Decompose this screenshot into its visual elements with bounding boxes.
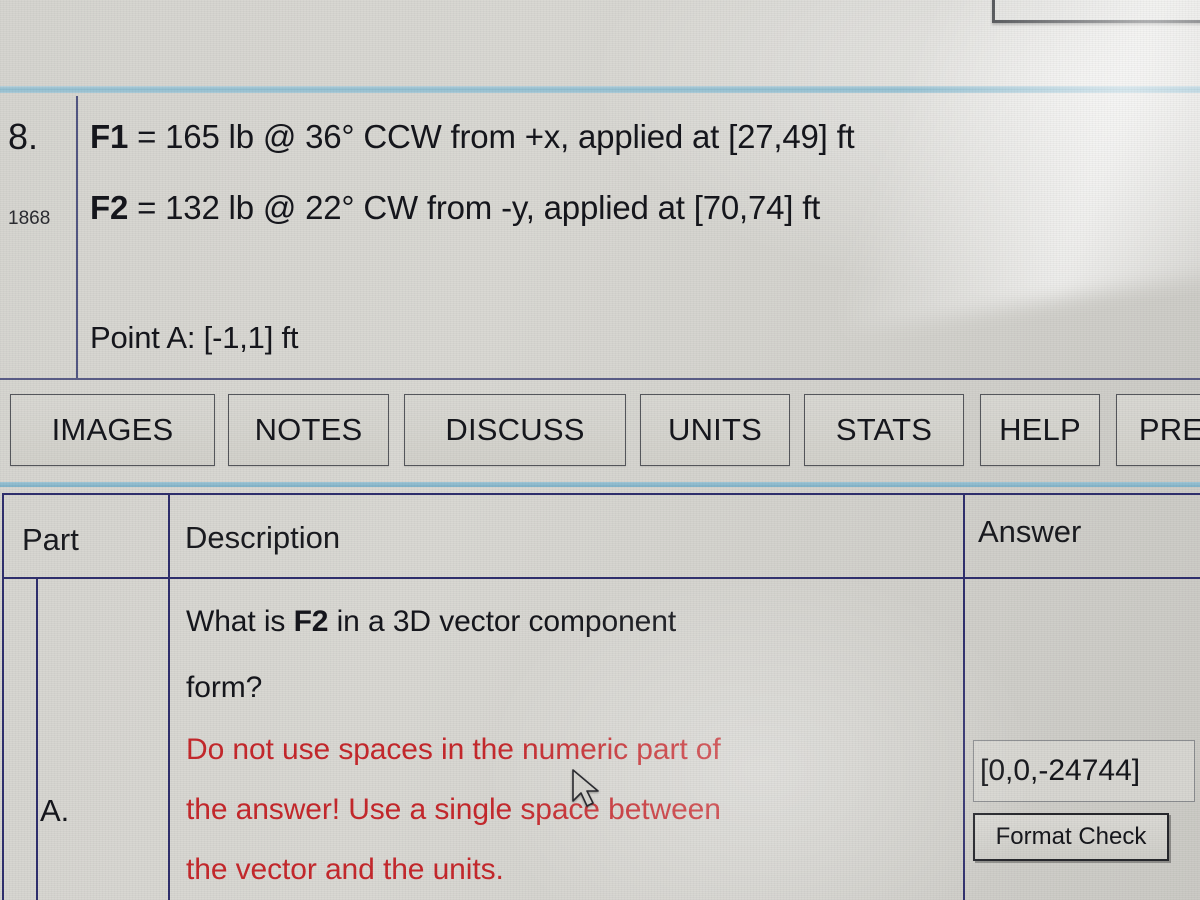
tab-stats[interactable]: STATS: [804, 394, 964, 466]
tab-help-label: HELP: [999, 412, 1081, 447]
tab-images[interactable]: IMAGES: [10, 394, 215, 466]
description-line-2: form?: [186, 671, 263, 704]
f1-label: F1: [90, 118, 129, 155]
tab-notes[interactable]: NOTES: [228, 394, 389, 466]
problem-id: 1868: [8, 208, 51, 229]
f2-detail: = 132 lb @ 22° CW from -y, applied at [7…: [128, 189, 821, 226]
tab-discuss-label: DISCUSS: [445, 412, 585, 447]
desc1-post: in a 3D vector component: [328, 605, 677, 638]
tab-prev[interactable]: PRE: [1116, 394, 1200, 466]
problem-number: 8.: [8, 116, 39, 157]
description-line-3: Do not use spaces in the numeric part of: [186, 733, 721, 766]
answer-input[interactable]: [0,0,-24744]: [973, 740, 1195, 802]
force-f2-statement: F2 = 132 lb @ 22° CW from -y, applied at…: [90, 189, 820, 227]
column-header-description: Description: [185, 520, 341, 555]
partial-window-frame: [992, 0, 1200, 23]
tab-help[interactable]: HELP: [980, 394, 1100, 466]
column-header-part: Part: [22, 522, 79, 557]
f2-label: F2: [90, 189, 129, 226]
table-left-border: [2, 493, 4, 900]
tabbar-underline: [0, 482, 1200, 487]
top-blue-divider: [0, 86, 1200, 93]
point-a-statement: Point A: [-1,1] ft: [90, 320, 299, 355]
table-row-left-border: [36, 577, 38, 900]
description-line-1: What is F2 in a 3D vector component: [186, 605, 676, 639]
tab-discuss[interactable]: DISCUSS: [404, 394, 626, 466]
tab-stats-label: STATS: [835, 412, 933, 447]
description-line-4: the answer! Use a single space between: [186, 793, 721, 826]
force-f1-statement: F1 = 165 lb @ 36° CCW from +x, applied a…: [90, 118, 855, 156]
tab-notes-label: NOTES: [254, 412, 363, 447]
table-answer-divider: [963, 493, 965, 900]
tab-images-label: IMAGES: [51, 412, 174, 447]
table-part-divider: [168, 493, 170, 900]
description-line-5: the vector and the units.: [186, 853, 504, 886]
table-row-part-label: A.: [40, 793, 70, 828]
tab-prev-label: PRE: [1138, 412, 1200, 447]
screen-photo: 8. 1868 F1 = 165 lb @ 36° CCW from +x, a…: [0, 0, 1200, 900]
desc1-bold: F2: [293, 605, 329, 638]
table-header-bottom-border: [2, 577, 1200, 579]
format-check-label: Format Check: [995, 823, 1147, 850]
tab-units-label: UNITS: [668, 412, 762, 447]
table-top-border: [2, 493, 1200, 495]
tab-bar: IMAGES NOTES DISCUSS UNITS STATS HELP PR…: [0, 384, 1200, 486]
problem-left-rule: [76, 96, 78, 378]
f1-detail: = 165 lb @ 36° CCW from +x, applied at […: [128, 118, 855, 155]
section-divider: [0, 378, 1200, 380]
desc1-pre: What is: [186, 605, 294, 638]
tab-units[interactable]: UNITS: [640, 394, 790, 466]
format-check-button[interactable]: Format Check: [973, 813, 1169, 861]
column-header-answer: Answer: [978, 514, 1082, 549]
